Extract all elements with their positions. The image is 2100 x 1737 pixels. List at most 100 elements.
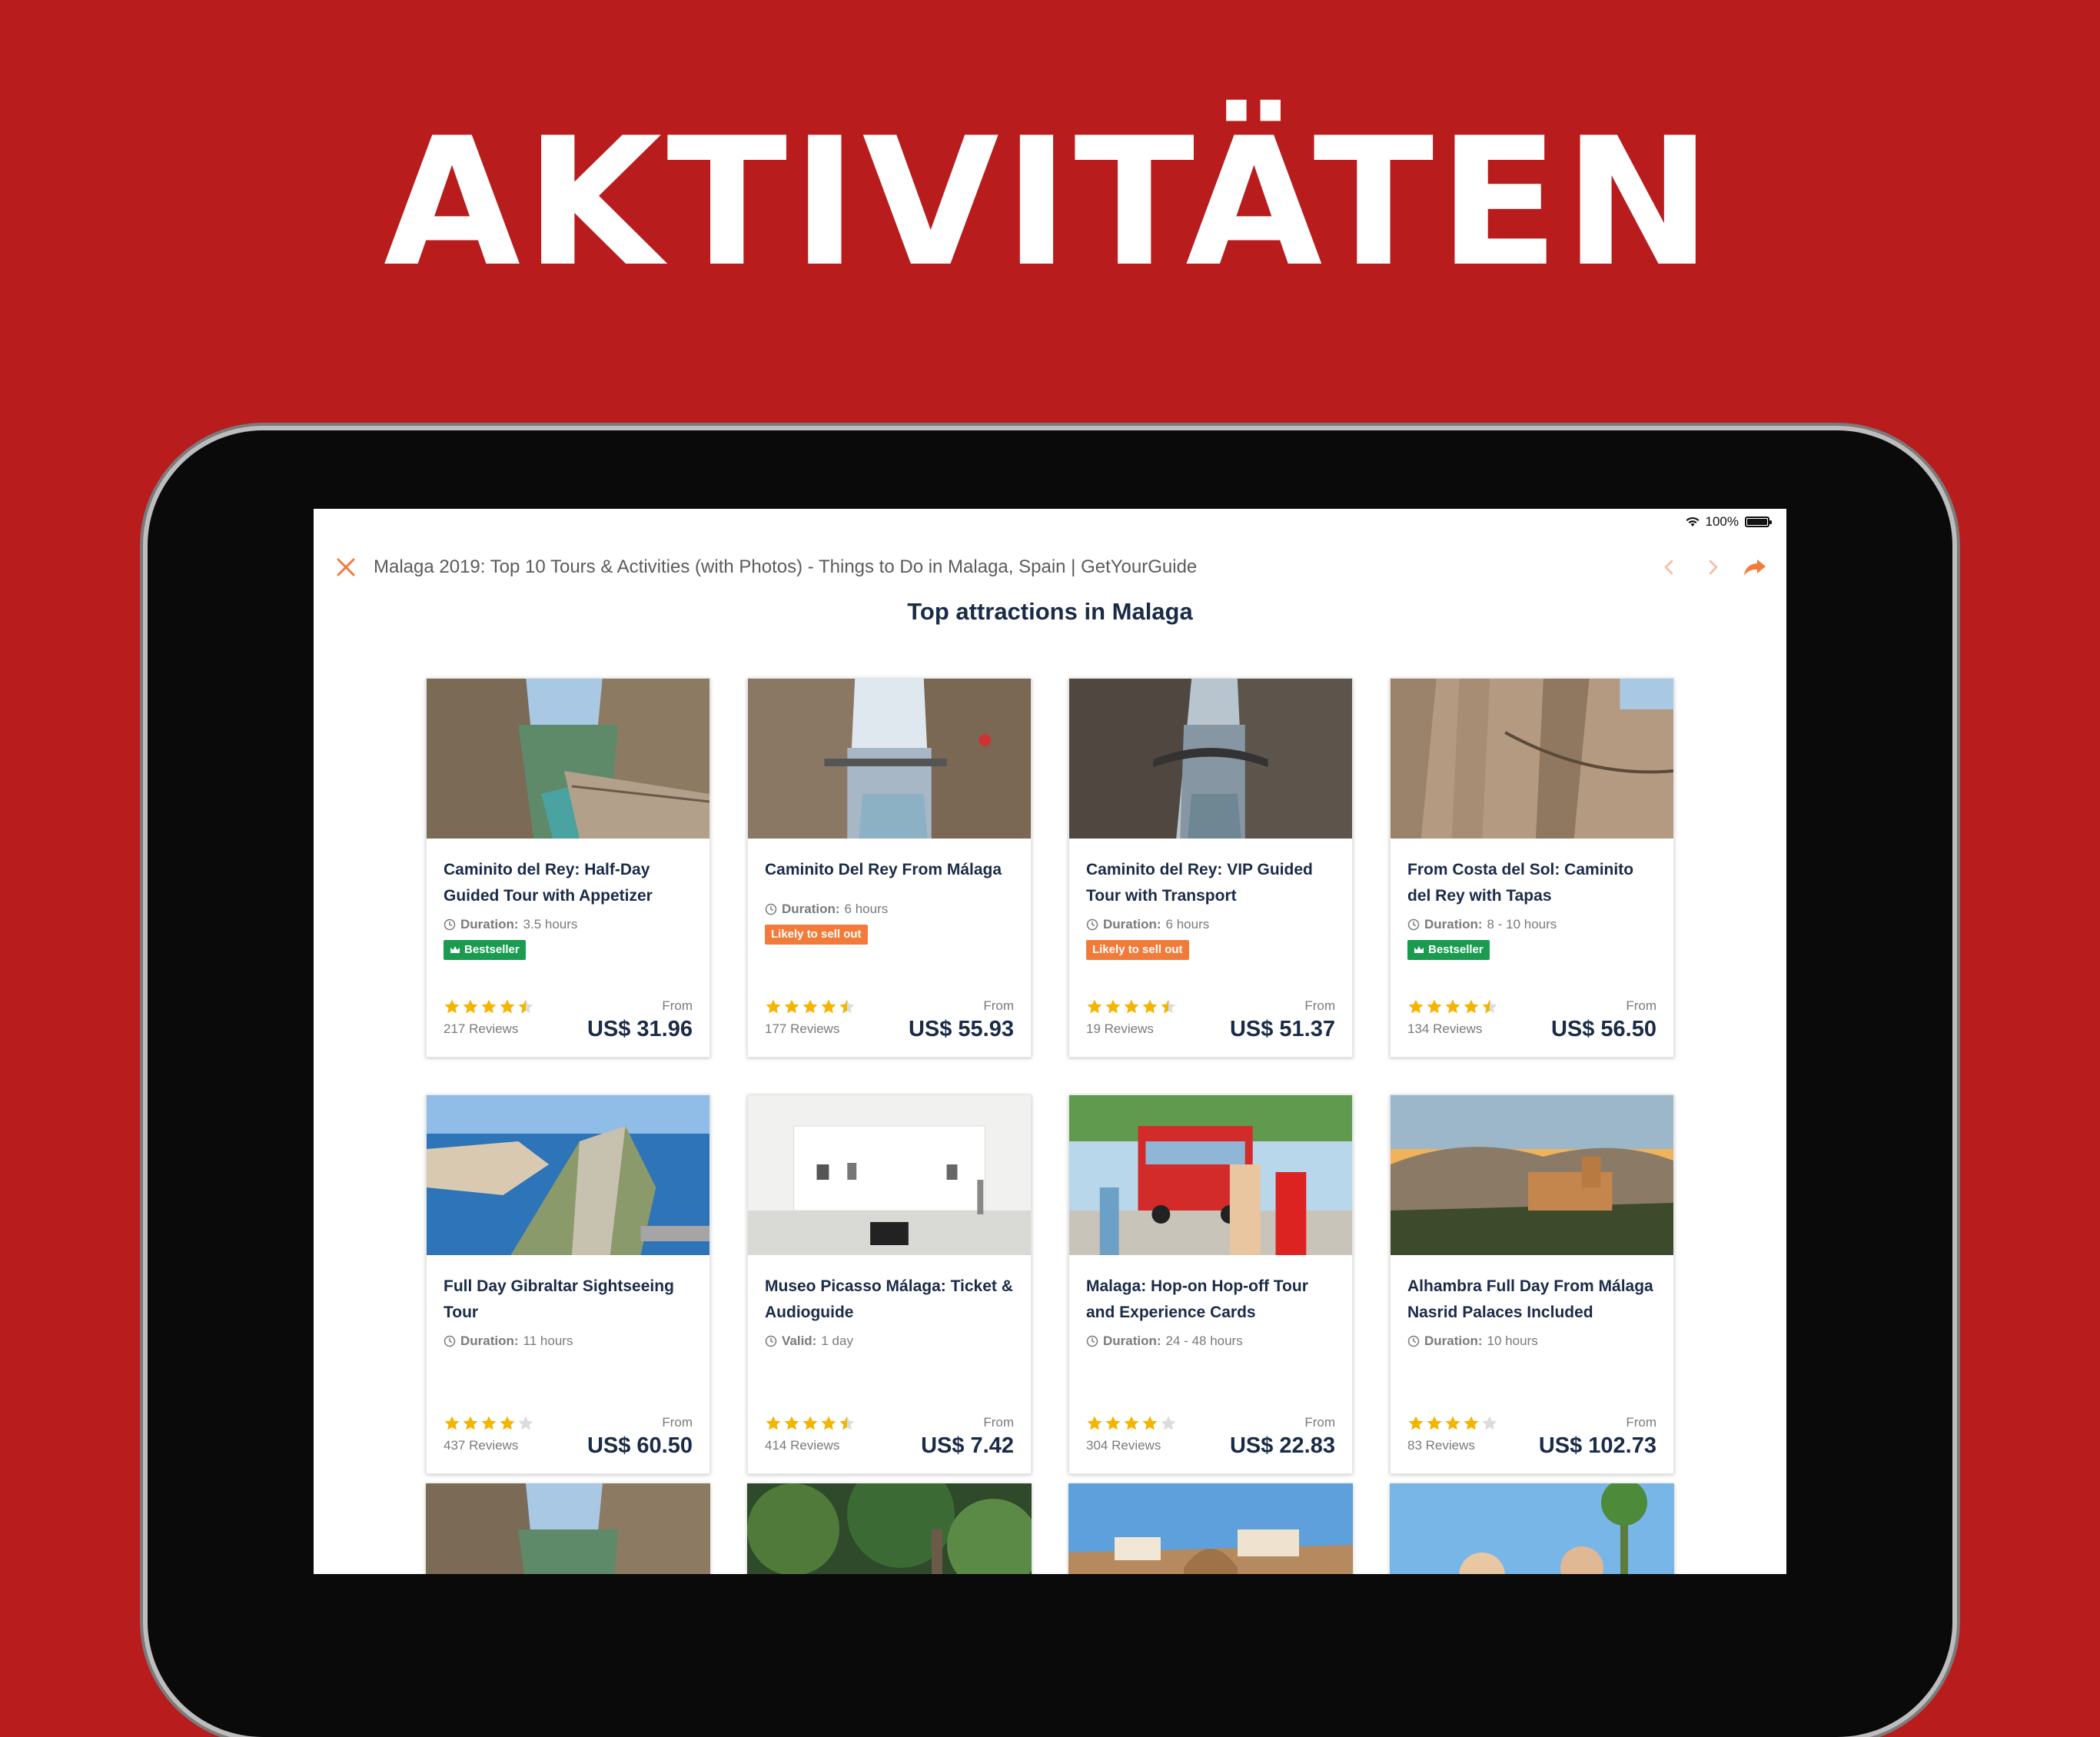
battery-percent: 100%: [1705, 514, 1739, 529]
battery-level: [1747, 519, 1767, 525]
star-icon: [820, 1415, 837, 1432]
review-count: 83 Reviews: [1407, 1438, 1475, 1453]
tour-card-partial[interactable]: [1068, 1483, 1353, 1574]
tour-image: [747, 1483, 1032, 1574]
badge-label: Likely to sell out: [1092, 943, 1183, 956]
star-icon: [462, 998, 479, 1015]
star-icon: [1407, 1415, 1424, 1432]
star-icon: [1160, 1415, 1177, 1432]
back-button[interactable]: [1659, 556, 1680, 578]
clock-icon: [1407, 918, 1420, 931]
tour-duration: Duration: 3.5 hours: [444, 917, 577, 932]
duration-label: Duration:: [460, 1333, 519, 1348]
star-icon: [1463, 1415, 1480, 1432]
share-button[interactable]: [1742, 556, 1768, 578]
clock-icon: [765, 1335, 777, 1347]
review-count: 19 Reviews: [1086, 1021, 1154, 1036]
tour-image: [1069, 1095, 1352, 1255]
star-icon: [444, 1415, 460, 1432]
star-icon: [783, 998, 800, 1015]
status-bar: 100%: [1686, 512, 1772, 532]
rating-stars: [765, 998, 856, 1015]
tour-image: [748, 679, 1031, 839]
tour-title: From Costa del Sol: Caminito del Rey wit…: [1407, 861, 1634, 905]
tour-card[interactable]: Caminito del Rey: VIP Guided Tour with T…: [1068, 678, 1353, 1058]
duration-label: Duration:: [1103, 1333, 1161, 1348]
tour-title: Full Day Gibraltar Sightseeing Tour: [444, 1277, 674, 1321]
badge-label: Bestseller: [1428, 943, 1484, 956]
tour-card[interactable]: Full Day Gibraltar Sightseeing Tour Durat…: [426, 1094, 710, 1474]
star-icon: [1444, 1415, 1461, 1432]
star-icon: [1105, 998, 1121, 1015]
star-icon: [1123, 998, 1140, 1015]
tour-card-partial[interactable]: [1390, 1483, 1674, 1574]
page-title: Malaga 2019: Top 10 Tours & Activities (…: [374, 556, 1198, 577]
headline: AKTIVITÄTEN: [384, 101, 1716, 306]
tour-duration: Duration: 6 hours: [765, 902, 888, 917]
review-count: 437 Reviews: [444, 1438, 519, 1453]
tour-duration: Duration: 8 - 10 hours: [1407, 917, 1557, 932]
star-icon: [802, 998, 819, 1015]
tour-card[interactable]: Museo Picasso Málaga: Ticket & Audioguid…: [747, 1094, 1032, 1474]
tour-card[interactable]: Caminito del Rey: Half-Day Guided Tour w…: [426, 678, 710, 1058]
tour-duration: Valid: 1 day: [765, 1333, 853, 1349]
duration-value: 1 day: [821, 1333, 853, 1348]
tour-card[interactable]: Caminito Del Rey From Málaga Duration: 6 h…: [747, 678, 1032, 1058]
price-from-label: From: [1626, 1415, 1656, 1430]
tour-title: Caminito Del Rey From Málaga: [765, 861, 1002, 878]
share-arrow-icon: [1744, 560, 1766, 576]
tour-price: US$ 60.50: [586, 1433, 693, 1458]
clock-icon: [444, 918, 456, 931]
tour-image: [1069, 679, 1352, 839]
star-icon: [1426, 1415, 1443, 1432]
tour-card[interactable]: From Costa del Sol: Caminito del Rey wit…: [1390, 678, 1674, 1058]
star-icon: [499, 998, 516, 1015]
bestseller-badge: Bestseller: [444, 940, 526, 960]
star-icon: [839, 1415, 856, 1432]
tour-image: [1391, 679, 1673, 839]
section-title: Top attractions in Malaga: [907, 598, 1193, 625]
tour-image: [426, 1483, 710, 1574]
star-icon: [765, 998, 782, 1015]
tour-image: [1390, 1483, 1674, 1574]
tour-image: [427, 1095, 709, 1255]
forward-button[interactable]: [1702, 556, 1723, 578]
rating-stars: [765, 1415, 856, 1432]
duration-value: 6 hours: [844, 902, 889, 916]
price-from-label: From: [662, 1415, 693, 1430]
tour-image: [1068, 1483, 1353, 1574]
star-icon: [517, 998, 534, 1015]
star-icon: [1444, 998, 1461, 1015]
rating-stars: [1086, 998, 1177, 1015]
star-icon: [1141, 998, 1158, 1015]
rating-stars: [1407, 1415, 1498, 1432]
duration-label: Duration:: [1424, 1333, 1483, 1348]
star-icon: [1160, 998, 1177, 1015]
sell-out-badge: Likely to sell out: [765, 925, 868, 945]
tour-card-partial[interactable]: [747, 1483, 1032, 1574]
tour-card-partial[interactable]: [426, 1483, 710, 1574]
crown-icon: [450, 945, 460, 955]
tour-price: US$ 31.96: [586, 1017, 693, 1041]
tour-duration: Duration: 11 hours: [444, 1333, 573, 1349]
star-icon: [1481, 1415, 1498, 1432]
tour-card[interactable]: Malaga: Hop-on Hop-off Tour and Experien…: [1068, 1094, 1353, 1474]
star-icon: [802, 1415, 819, 1432]
tour-title: Malaga: Hop-on Hop-off Tour and Experien…: [1086, 1277, 1308, 1321]
star-icon: [1463, 998, 1480, 1015]
tour-price: US$ 56.50: [1550, 1017, 1656, 1041]
wifi-icon: [1686, 516, 1700, 527]
tour-price: US$ 22.83: [1229, 1433, 1335, 1458]
close-button[interactable]: [335, 556, 357, 578]
review-count: 134 Reviews: [1407, 1021, 1483, 1036]
duration-label: Valid:: [782, 1333, 817, 1348]
tour-price: US$ 7.42: [921, 1433, 1014, 1458]
sell-out-badge: Likely to sell out: [1086, 940, 1189, 960]
price-from-label: From: [983, 1415, 1014, 1430]
star-icon: [1105, 1415, 1121, 1432]
tour-card[interactable]: Alhambra Full Day From Málaga Nasrid Pal…: [1390, 1094, 1674, 1474]
bestseller-badge: Bestseller: [1407, 940, 1490, 960]
duration-label: Duration:: [1103, 917, 1161, 932]
tour-title: Alhambra Full Day From Málaga Nasrid Pal…: [1407, 1277, 1653, 1321]
star-icon: [462, 1415, 479, 1432]
